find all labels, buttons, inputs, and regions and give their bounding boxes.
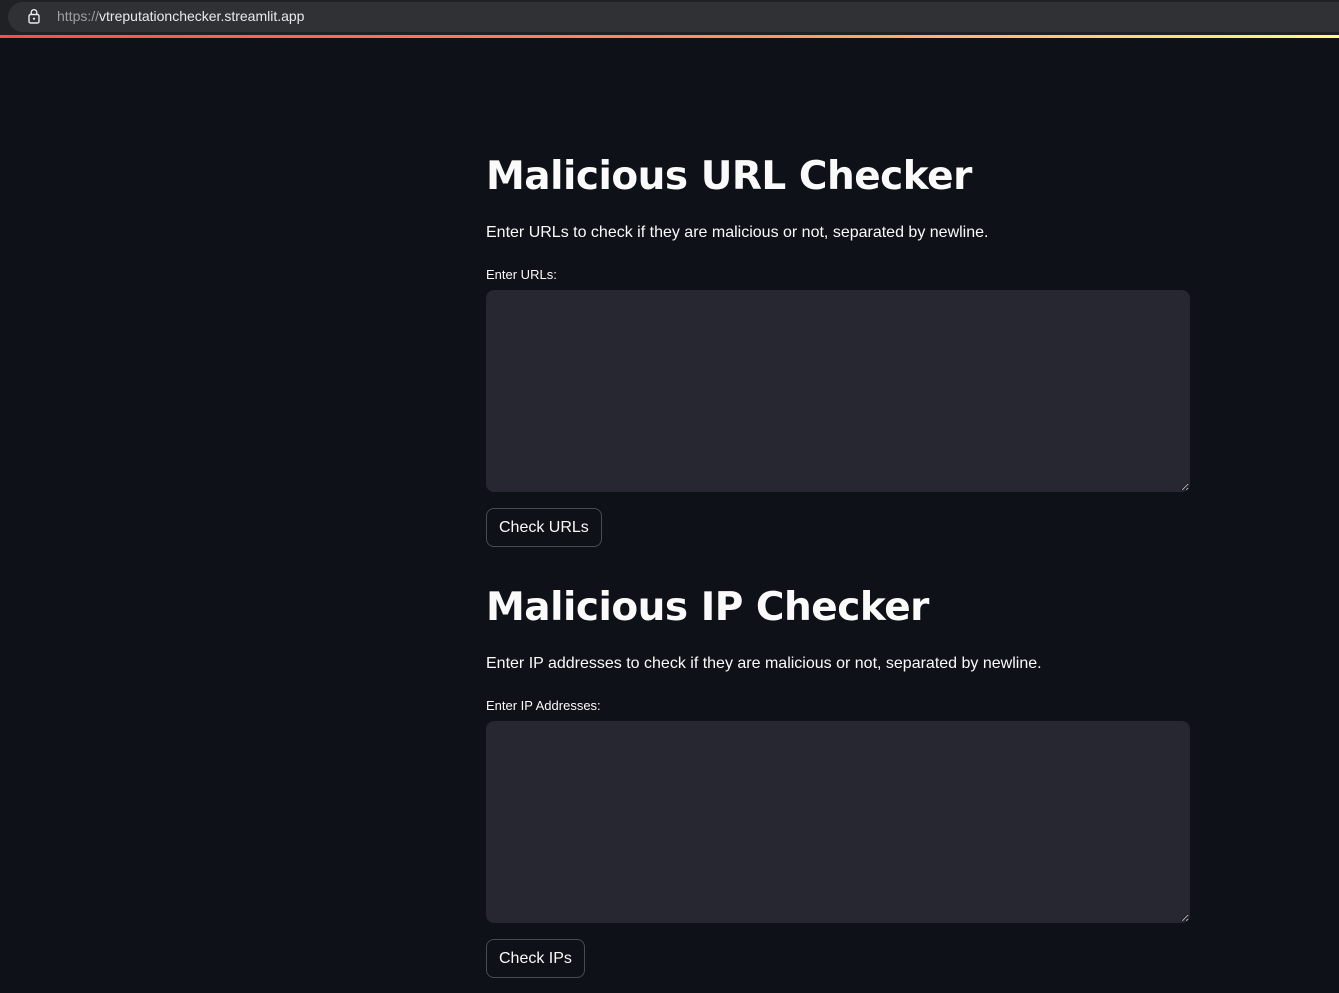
- check-urls-button[interactable]: Check URLs: [486, 508, 602, 547]
- ip-checker-description: Enter IP addresses to check if they are …: [486, 655, 1042, 672]
- ip-checker-title: Malicious IP Checker: [486, 585, 929, 630]
- ip-input-label: Enter IP Addresses:: [486, 698, 601, 713]
- lock-icon[interactable]: [27, 8, 41, 24]
- url-checker-description: Enter URLs to check if they are maliciou…: [486, 224, 989, 241]
- address-url[interactable]: https://vtreputationchecker.streamlit.ap…: [57, 8, 304, 24]
- ip-textarea[interactable]: [486, 721, 1190, 923]
- app-decoration-bar: [0, 35, 1339, 38]
- browser-toolbar: https://vtreputationchecker.streamlit.ap…: [0, 0, 1339, 35]
- urls-textarea[interactable]: [486, 290, 1190, 492]
- check-ips-button[interactable]: Check IPs: [486, 939, 585, 978]
- url-scheme: https://: [57, 8, 100, 24]
- urls-input-label: Enter URLs:: [486, 267, 557, 282]
- url-host: vtreputationchecker.streamlit.app: [99, 8, 305, 24]
- url-checker-title: Malicious URL Checker: [486, 154, 972, 199]
